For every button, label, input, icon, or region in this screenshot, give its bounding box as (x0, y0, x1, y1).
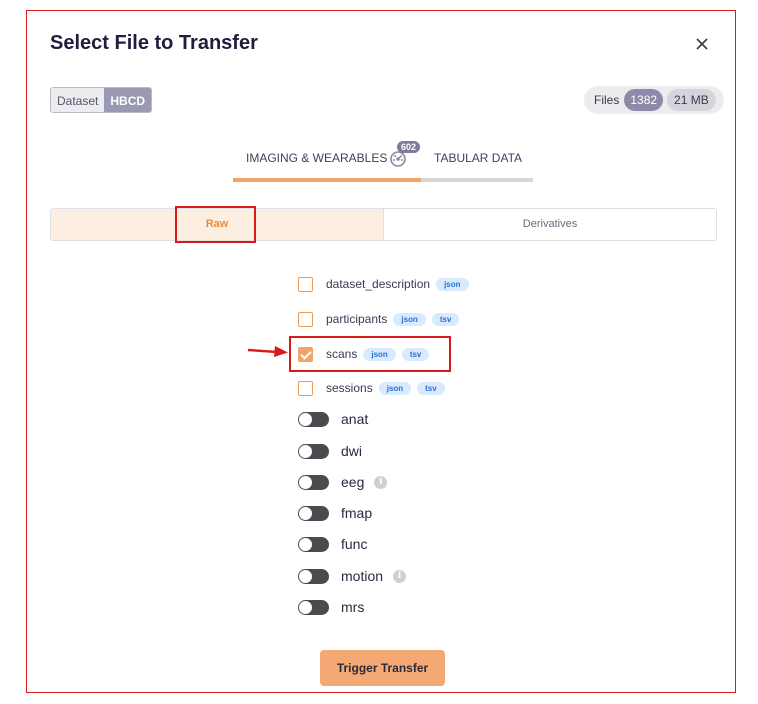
tab-count-badge: 602 (397, 141, 421, 153)
tab-tabular-data[interactable]: TABULAR DATA (434, 151, 522, 165)
json-tag: json (436, 277, 469, 291)
file-name: participants (326, 312, 388, 326)
json-tag: json (378, 381, 412, 395)
list-item: dwi (298, 441, 362, 461)
tsv-tag: tsv (431, 312, 460, 326)
tab-inactive-indicator (421, 178, 533, 182)
checkbox[interactable] (298, 311, 313, 327)
segmented-control: Raw Derivatives (50, 208, 717, 241)
tab-active-indicator (233, 178, 421, 182)
toggle-switch[interactable] (298, 568, 329, 584)
modality-name: eeg (341, 474, 365, 490)
modality-name: func (341, 536, 368, 552)
modality-name: fmap (341, 505, 373, 521)
segment-derivatives[interactable]: Derivatives (383, 209, 716, 240)
checkbox[interactable] (298, 276, 313, 292)
dataset-badge: Dataset HBCD (50, 87, 153, 113)
list-item: sessions json tsv (298, 379, 445, 397)
info-icon[interactable]: i (374, 475, 388, 489)
list-item: motion i (298, 566, 407, 586)
modality-name: motion (341, 568, 384, 584)
toggle-switch[interactable] (298, 474, 329, 490)
file-name: dataset_description (326, 277, 431, 291)
toggle-switch[interactable] (298, 505, 329, 521)
list-item: mrs (298, 597, 364, 617)
modality-name: dwi (341, 443, 363, 459)
file-name: sessions (326, 381, 373, 395)
tsv-tag: tsv (417, 381, 445, 395)
scans-highlight-box (289, 336, 451, 372)
toggle-switch[interactable] (298, 536, 329, 552)
checkbox[interactable] (298, 380, 313, 396)
toggle-switch[interactable] (298, 411, 329, 427)
pointer-arrow-icon (247, 346, 288, 357)
raw-highlight-box (175, 206, 256, 243)
transfer-modal: Select File to Transfer Dataset HBCD Fil… (26, 10, 736, 693)
info-icon[interactable]: i (393, 569, 407, 583)
tab-imaging-wearables[interactable]: IMAGING & WEARABLES (246, 151, 387, 165)
modality-name: mrs (341, 599, 365, 615)
list-item: participants json tsv (298, 310, 460, 328)
dataset-label: Dataset (51, 88, 105, 112)
files-label: Files (594, 93, 620, 107)
files-size: 21 MB (667, 89, 716, 111)
modality-name: anat (341, 411, 369, 427)
close-icon[interactable] (691, 33, 713, 55)
toggle-switch[interactable] (298, 599, 329, 615)
dataset-value: HBCD (104, 88, 152, 112)
files-count: 1382 (624, 89, 664, 111)
modal-title: Select File to Transfer (50, 32, 258, 54)
list-item: dataset_description json (298, 275, 469, 293)
list-item: anat (298, 409, 368, 429)
files-summary: Files 1382 21 MB (584, 86, 724, 114)
trigger-transfer-button[interactable]: Trigger Transfer (320, 650, 445, 686)
json-tag: json (393, 312, 426, 326)
list-item: func (298, 534, 367, 554)
list-item: eeg i (298, 472, 388, 492)
toggle-switch[interactable] (298, 443, 329, 459)
list-item: fmap (298, 503, 372, 523)
